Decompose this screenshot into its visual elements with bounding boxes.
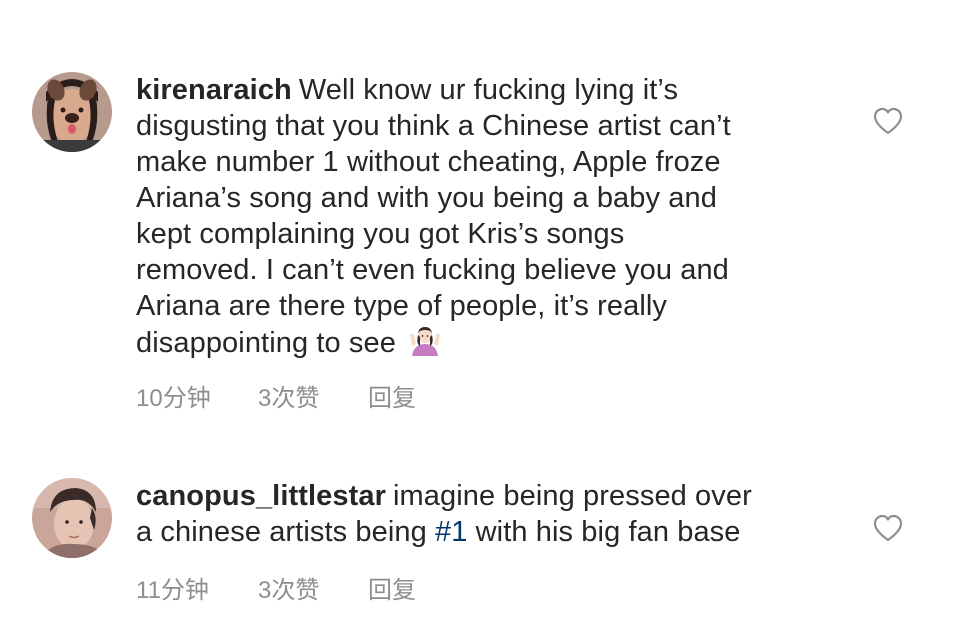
reply-button[interactable]: 回复 bbox=[368, 570, 416, 605]
comment-text: kirenaraich Well know ur fucking lying it… bbox=[136, 72, 836, 361]
comment-line: kept complaining you got Kris’s songs bbox=[136, 218, 625, 250]
comment-time: 11分钟 bbox=[136, 577, 209, 604]
comment-likes[interactable]: 3次赞 bbox=[258, 378, 368, 413]
comment-line: a chinese artists being bbox=[136, 516, 436, 548]
avatar[interactable] bbox=[32, 478, 112, 558]
comment-meta: 10分钟 3次赞 回复 bbox=[136, 378, 416, 413]
reply-button[interactable]: 回复 bbox=[368, 378, 416, 413]
comment-line: disgusting that you think a Chinese arti… bbox=[136, 110, 731, 142]
comment-line: Ariana’s song and with you being a baby … bbox=[136, 182, 717, 214]
hashtag-link[interactable]: #1 bbox=[435, 516, 467, 548]
comment-line: make number 1 without cheating, Apple fr… bbox=[136, 146, 721, 178]
comment-username[interactable]: canopus_littlestar bbox=[136, 480, 386, 512]
comment-line: Ariana are there type of people, it’s re… bbox=[136, 290, 668, 322]
comment-line: Well know ur fucking lying it’s bbox=[298, 74, 679, 106]
comment-line: disappointing to see bbox=[136, 327, 396, 359]
person-shrugging-emoji bbox=[408, 324, 442, 358]
avatar[interactable] bbox=[32, 72, 112, 152]
heart-outline-icon[interactable] bbox=[872, 106, 904, 136]
comment-time: 10分钟 bbox=[136, 385, 211, 412]
comment-line: imagine being pressed over bbox=[393, 480, 752, 512]
heart-outline-icon[interactable] bbox=[872, 513, 904, 543]
comment-likes[interactable]: 3次赞 bbox=[258, 570, 368, 605]
comment-meta: 11分钟 3次赞 回复 bbox=[136, 570, 416, 605]
comment-text: canopus_littlestar imagine being pressed … bbox=[136, 478, 836, 550]
comment-username[interactable]: kirenaraich bbox=[136, 74, 292, 106]
comment-line: with his big fan base bbox=[467, 516, 741, 548]
comment-line: removed. I can’t even fucking believe yo… bbox=[136, 254, 729, 286]
